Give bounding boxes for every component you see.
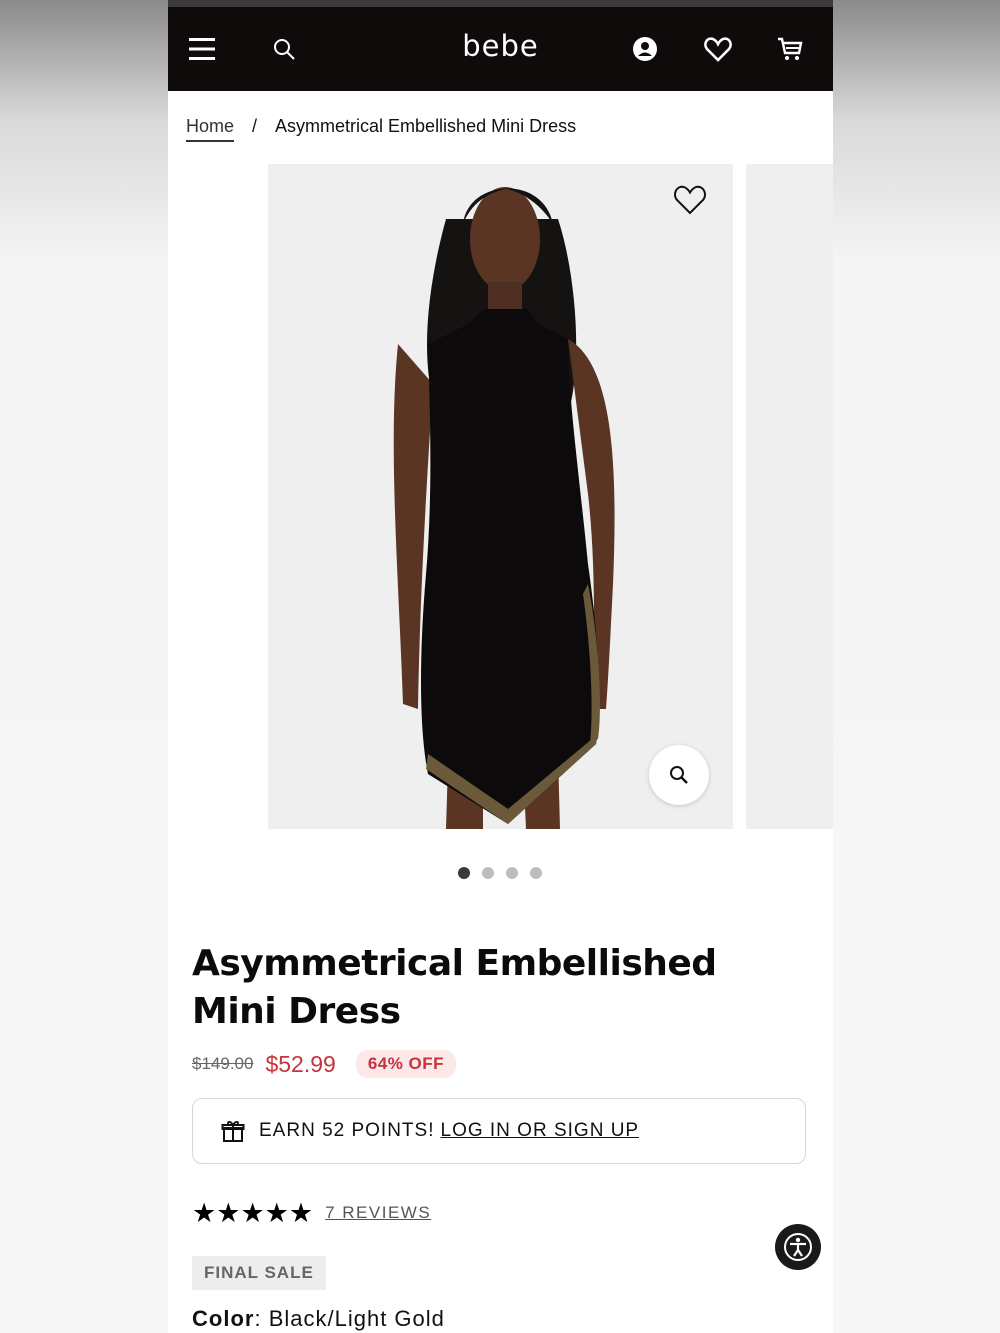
- original-price: $149.00: [192, 1054, 254, 1073]
- star-icon: ★: [288, 1198, 314, 1228]
- color-label: Color: [192, 1306, 255, 1331]
- color-colon: :: [254, 1306, 269, 1331]
- product-page: bebe Home / Asymmetrical Embellished Mini …: [168, 0, 833, 1333]
- discount-badge: 64% OFF: [355, 1050, 457, 1078]
- breadcrumb: Home / Asymmetrical Embellished Mini Dress: [186, 116, 577, 142]
- sale-price: $52.99: [265, 1050, 336, 1077]
- cart-icon[interactable]: [774, 33, 806, 65]
- breadcrumb-home-link[interactable]: Home: [186, 116, 235, 142]
- reviews-link[interactable]: 7 REVIEWS: [325, 1203, 431, 1223]
- rating-row: ★★★★★ 7 REVIEWS: [192, 1199, 431, 1227]
- status-strip: [168, 0, 833, 7]
- points-text: EARN 52 POINTS!: [259, 1120, 435, 1141]
- gallery-dot-2[interactable]: [482, 867, 494, 879]
- rewards-points-banner: EARN 52 POINTS! LOG IN OR SIGN UP: [192, 1098, 806, 1164]
- breadcrumb-current: Asymmetrical Embellished Mini Dress: [275, 116, 577, 136]
- gallery-dot-1[interactable]: [458, 867, 470, 879]
- breadcrumb-separator: /: [252, 116, 258, 136]
- product-image[interactable]: [268, 164, 733, 829]
- color-value: Black/Light Gold: [268, 1306, 445, 1331]
- site-header: bebe: [168, 7, 833, 91]
- gallery-dot-3[interactable]: [506, 867, 518, 879]
- color-selection-label: Color: Black/Light Gold: [192, 1306, 445, 1332]
- gift-icon: [221, 1121, 245, 1142]
- wishlist-icon[interactable]: [702, 33, 734, 65]
- price-row: $149.00 $52.99 64% OFF: [192, 1050, 457, 1078]
- star-rating: ★★★★★: [192, 1199, 313, 1227]
- final-sale-badge: FINAL SALE: [192, 1256, 326, 1290]
- add-to-wishlist-heart-icon[interactable]: [672, 182, 708, 218]
- account-icon[interactable]: [629, 33, 661, 65]
- star-icon: ★: [216, 1198, 241, 1228]
- accessibility-icon: [784, 1233, 812, 1261]
- accessibility-button[interactable]: [775, 1224, 821, 1270]
- product-title: Asymmetrical Embellished Mini Dress: [192, 943, 717, 1032]
- next-product-image-peek[interactable]: [746, 164, 833, 829]
- zoom-button[interactable]: [649, 745, 709, 805]
- star-icon: ★: [264, 1198, 289, 1228]
- zoom-icon: [670, 766, 688, 784]
- login-signup-link[interactable]: LOG IN OR SIGN UP: [441, 1120, 640, 1142]
- gallery-dot-4[interactable]: [530, 867, 542, 879]
- product-photo: [268, 164, 733, 829]
- star-icon: ★: [240, 1198, 265, 1228]
- gallery-pagination: [458, 867, 542, 879]
- star-icon: ★: [192, 1198, 217, 1228]
